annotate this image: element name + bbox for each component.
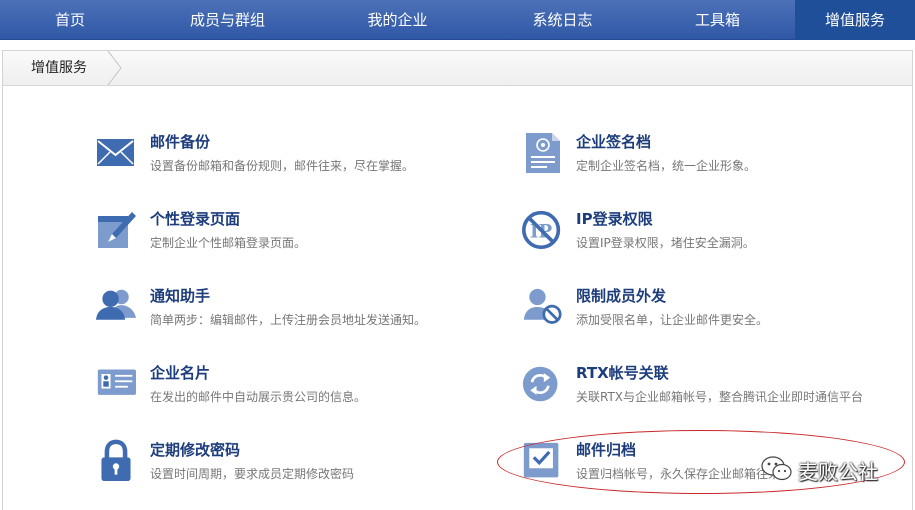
ip-block-icon: IP <box>522 210 561 250</box>
service-title: 企业名片 <box>150 364 211 382</box>
service-title: 邮件归档 <box>576 441 637 459</box>
breadcrumb-bar: 增值服务 <box>3 51 912 86</box>
nav-my-enterprise[interactable]: 我的企业 <box>340 0 455 40</box>
breadcrumb: 增值服务 <box>31 60 87 76</box>
service-title: 个性登录页面 <box>150 210 241 228</box>
service-mail-backup[interactable]: 邮件备份 设置备份邮箱和备份规则，邮件往来，尽在掌握。 <box>96 131 456 191</box>
nav-value-added-services[interactable]: 增值服务 <box>795 0 915 40</box>
nav-home[interactable]: 首页 <box>20 0 120 40</box>
service-business-card[interactable]: 企业名片 在发出的邮件中自动展示贵公司的信息。 <box>96 362 456 422</box>
business-card-icon <box>97 369 136 395</box>
service-title: 企业签名档 <box>576 133 652 151</box>
edit-page-icon <box>98 212 136 248</box>
service-title: 通知助手 <box>150 287 211 305</box>
sync-icon <box>522 366 558 402</box>
service-description: 定制企业个性邮箱登录页面。 <box>150 236 307 250</box>
lock-icon <box>101 439 131 481</box>
archive-icon <box>523 442 559 478</box>
service-title: IP登录权限 <box>576 210 653 228</box>
service-description: 设置归档帐号，永久保存企业邮箱往来 <box>576 467 781 481</box>
nav-toolbox[interactable]: 工具箱 <box>665 0 770 40</box>
nav-members-groups[interactable]: 成员与群组 <box>165 0 290 40</box>
service-description: 添加受限名单，让企业邮件更安全。 <box>576 313 769 327</box>
top-navigation: 首页 成员与群组 我的企业 系统日志 工具箱 增值服务 <box>0 0 915 40</box>
service-title: RTX帐号关联 <box>576 364 669 382</box>
service-title: 限制成员外发 <box>576 287 667 305</box>
breadcrumb-arrow-icon <box>107 51 122 85</box>
service-description: 关联RTX与企业邮箱帐号，整合腾讯企业即时通信平台 <box>576 390 864 404</box>
nav-system-log[interactable]: 系统日志 <box>505 0 620 40</box>
service-description: 简单两步：编辑邮件，上传注册会员地址发送通知。 <box>150 313 427 327</box>
watermark-text: 麦败公社 <box>798 460 878 484</box>
user-restrict-icon <box>523 288 562 324</box>
service-description: 设置备份邮箱和备份规则，邮件往来，尽在掌握。 <box>150 159 415 173</box>
users-icon <box>96 289 136 320</box>
service-description: 定制企业签名档，统一企业形象。 <box>576 159 757 173</box>
service-restrict-member-sending[interactable]: 限制成员外发 添加受限名单，让企业邮件更安全。 <box>522 285 882 345</box>
mail-icon <box>97 139 134 166</box>
service-ip-login-permission[interactable]: IP IP登录权限 设置IP登录权限，堵住安全漏洞。 <box>522 208 882 268</box>
service-description: 在发出的邮件中自动展示贵公司的信息。 <box>150 390 367 404</box>
wechat-icon <box>761 456 792 481</box>
service-notification-assistant[interactable]: 通知助手 简单两步：编辑邮件，上传注册会员地址发送通知。 <box>96 285 456 345</box>
service-periodic-password-change[interactable]: 定期修改密码 设置时间周期，要求成员定期修改密码 <box>96 439 456 499</box>
service-description: 设置时间周期，要求成员定期修改密码 <box>150 467 355 481</box>
service-description: 设置IP登录权限，堵住安全漏洞。 <box>576 236 755 250</box>
signature-doc-icon <box>526 133 560 173</box>
service-custom-login-page[interactable]: 个性登录页面 定制企业个性邮箱登录页面。 <box>96 208 456 268</box>
service-rtx-account-link[interactable]: RTX帐号关联 关联RTX与企业邮箱帐号，整合腾讯企业即时通信平台 <box>522 362 882 422</box>
service-title: 邮件备份 <box>150 133 211 151</box>
service-title: 定期修改密码 <box>150 441 241 459</box>
service-enterprise-signature[interactable]: 企业签名档 定制企业签名档，统一企业形象。 <box>522 131 882 191</box>
